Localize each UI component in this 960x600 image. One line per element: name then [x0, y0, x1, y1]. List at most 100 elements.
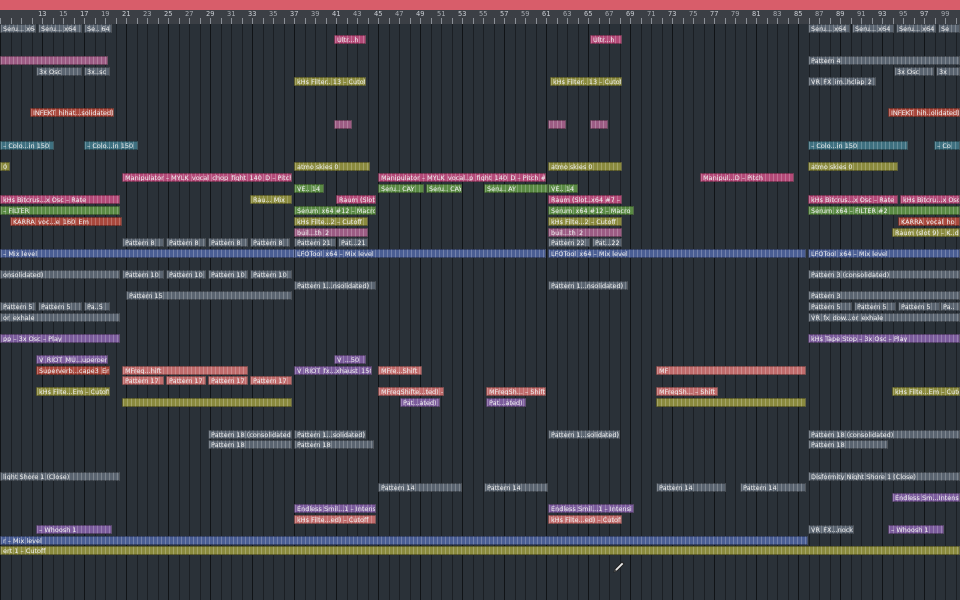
track-lane[interactable]: KARRA_voc...e_160_Em kHs Filte...2 – Cuto… — [0, 217, 960, 227]
playlist-clip[interactable]: Pattern 21 — [294, 238, 336, 247]
track-lane[interactable]: – Mix level LFOTool_x64 – Mix level LFOToo… — [0, 249, 960, 259]
playlist-tracks[interactable]: Seru... x64 Seru... x64 Se.. 64 Seru... x64… — [0, 24, 960, 600]
track-lane[interactable]: Pattern 15 Pattern 3 — [0, 291, 960, 301]
playlist-clip[interactable]: V_...50 — [334, 355, 366, 364]
playlist-clip[interactable]: Pattern 10 — [166, 270, 206, 279]
playlist-clip[interactable]: Pattern 22 — [548, 238, 590, 247]
playlist-clip[interactable]: Pattern 5 — [854, 302, 896, 311]
playlist-clip[interactable]: or_exhale — [0, 313, 120, 322]
playlist-clip[interactable]: Se — [938, 24, 960, 33]
playlist-clip[interactable]: Pattern 4 — [808, 56, 960, 65]
playlist-clip[interactable]: Endless Smil...1 – Intensi — [294, 504, 376, 513]
playlist-clip[interactable]: kHs Filte...Em – Cutoff — [36, 387, 110, 396]
playlist-clip[interactable]: VR_fx_dow...or_exhale — [808, 313, 960, 322]
track-lane[interactable]: r – Mix level — [0, 536, 960, 546]
playlist-clip[interactable]: 3x Osc — [36, 67, 82, 76]
playlist-clip[interactable]: Pattern 8 — [250, 238, 290, 247]
playlist-clip[interactable]: Endless Smil...1 – Intensi — [548, 504, 634, 513]
playlist-clip[interactable]: Pattern 18 — [294, 440, 374, 449]
track-lane[interactable]: INFEKT_hihat...solidated) INFEKT_hih..oli… — [0, 108, 960, 118]
track-lane[interactable] — [0, 120, 960, 130]
playlist-clip[interactable]: onsolidated) — [0, 270, 120, 279]
playlist-clip[interactable]: Manipulator – MYLK_vocal..p_fight_140_D … — [378, 173, 546, 182]
playlist-clip[interactable]: Pattern 8 — [208, 238, 248, 247]
playlist-clip[interactable]: kHs Filte...2 – Cutoff — [294, 217, 368, 226]
playlist-clip[interactable]: Pa.. — [940, 302, 960, 311]
playlist-clip[interactable]: Pattern 18 — [208, 440, 292, 449]
playlist-clip[interactable]: Serum_x64 #12 – Macro 1 — [548, 206, 634, 215]
playlist-clip[interactable]: MFreq...hift — [122, 366, 248, 375]
playlist-clip[interactable]: kHs Tape Stop – 3x Osc – Play — [808, 334, 960, 343]
playlist-clip[interactable]: Seru... x64 — [0, 24, 36, 33]
playlist-clip[interactable]: Se.. 64 — [84, 24, 112, 33]
playlist-clip[interactable]: kHs Filter.. 13 – Cutoff — [294, 77, 366, 86]
track-lane[interactable]: or_exhale VR_fx_dow...or_exhale — [0, 313, 960, 323]
playlist-clip[interactable]: MFreqSh... – Shift — [486, 387, 546, 396]
playlist-clip[interactable]: Rau... Mix — [250, 195, 292, 204]
playlist-clip[interactable]: Seru... x64 — [896, 24, 936, 33]
playlist-clip[interactable]: Disformity Night Shore 1 (Close) — [808, 472, 960, 481]
playlist-clip[interactable]: MFre...Shift — [378, 366, 422, 375]
track-lane[interactable]: buil...th_2 buil...th_2 Raum (slot 9) – K.… — [0, 228, 960, 238]
track-lane[interactable]: Seru... x64 Seru... x64 Se.. 64 Seru... x64… — [0, 24, 960, 34]
track-lane[interactable]: light Shore 1 (Close) Disformity Night Sh… — [0, 472, 960, 482]
playlist-clip[interactable] — [0, 56, 108, 65]
playlist-clip[interactable]: ert 1 – Cutoff — [0, 546, 960, 555]
playlist-clip[interactable]: Seru... x64 — [38, 24, 82, 33]
playlist-clip[interactable]: 3x..sc — [84, 67, 110, 76]
playlist-clip[interactable] — [548, 120, 566, 129]
track-lane[interactable]: VE.. 14 Seru.. CAY Seru.. CAY Seru.. AY VE..… — [0, 184, 960, 194]
playlist-clip[interactable]: Pat...22 — [592, 238, 622, 247]
playlist-clip[interactable]: Pat...ated) — [400, 398, 440, 407]
playlist-clip[interactable]: Manipulator – MYLK_vocal_chop_fight_140_… — [122, 173, 292, 182]
playlist-clip[interactable]: Pa..5 — [84, 302, 110, 311]
track-lane[interactable]: kHs Filter.. 13 – Cutoff kHs Filter.. 13 … — [0, 77, 960, 87]
track-lane[interactable]: kHs Filte...ed) – Cutoff kHs Filte...ed) … — [0, 515, 960, 525]
playlist-clip[interactable]: Pattern 14 — [378, 483, 462, 492]
playlist-clip[interactable]: light Shore 1 (Close) — [0, 472, 120, 481]
playlist-clip[interactable]: Pattern 14 — [656, 483, 726, 492]
track-lane[interactable]: Endless Smil...1 – Intensi Endless Smil..… — [0, 504, 960, 514]
playlist-clip[interactable]: Pattern 17 — [166, 376, 206, 385]
playlist-clip[interactable]: VE.. 14 — [548, 184, 578, 193]
playlist-clip[interactable]: VE.. 14 — [294, 184, 324, 193]
track-lane[interactable]: V_RIOT_MU...uperoer V_...50 — [0, 355, 960, 365]
playlist-clip[interactable]: KARRA_vocal_ho — [898, 217, 960, 226]
playlist-clip[interactable]: LFOTool_x64 – Mix level — [808, 249, 960, 258]
playlist-clip[interactable]: Raum (Slot..x64 #7 – Mix — [548, 195, 622, 204]
playlist-clip[interactable]: Raum (Slot..x64 #7 – Mix — [336, 195, 376, 204]
playlist-clip[interactable]: kHs Filte...ed) – Cutoff — [294, 515, 376, 524]
playlist-clip[interactable]: Pattern 1...nsolidated) — [548, 281, 628, 290]
playlist-clip[interactable]: Pattern 15 — [126, 291, 292, 300]
playlist-clip[interactable]: VR_FX_im..hclap_2 — [808, 77, 876, 86]
playlist-clip[interactable]: MFreqShifte...ted) – Shift — [378, 387, 444, 396]
playlist-clip[interactable]: MF — [656, 366, 806, 375]
playlist-clip[interactable]: – Colo...in 150 — [84, 141, 138, 150]
playlist-clip[interactable]: r – Mix level — [0, 536, 808, 545]
playlist-clip[interactable]: kHs Filte...ed) – Cutoff — [548, 515, 622, 524]
playlist-clip[interactable]: KARRA_voc...e_160_Em — [10, 217, 122, 226]
playlist-clip[interactable] — [334, 120, 352, 129]
playlist-clip[interactable]: Pattern 1...solidated) — [548, 430, 620, 439]
track-lane[interactable]: Ultr...h Ultr...h — [0, 35, 960, 45]
playlist-clip[interactable]: Pattern 10 — [122, 270, 164, 279]
playlist-clip[interactable]: kHs Bitcrus...x Osc – Rate — [0, 195, 120, 204]
playlist-clip[interactable]: Pattern 10 — [208, 270, 248, 279]
playlist-clip[interactable]: LFOTool_x64 – Mix level — [548, 249, 806, 258]
playlist-clip[interactable] — [656, 398, 806, 407]
playlist-clip[interactable]: INFEKT_hih..olidated) — [888, 108, 960, 117]
playlist-clip[interactable]: Pattern 18 — [808, 440, 888, 449]
playlist-clip[interactable]: Pattern 10 — [250, 270, 292, 279]
playlist-clip[interactable]: Raum (slot 9) – K..d — [892, 228, 960, 237]
track-lane[interactable]: Pattern 5 Pattern 5 Pa..5 Pattern 5 Pattern … — [0, 302, 960, 312]
playlist-clip[interactable]: – Whoosh 1 — [36, 525, 112, 534]
playlist-clip[interactable]: kHs Filte...2 – Cutoff — [548, 217, 622, 226]
playlist-clip[interactable]: Seru.. AY — [484, 184, 548, 193]
track-lane[interactable]: pp – 3x Osc – Play kHs Tape Stop – 3x Osc… — [0, 334, 960, 344]
playlist-clip[interactable]: Pattern 8 — [122, 238, 164, 247]
playlist-clip[interactable]: Serum_x64 #12 – Macro 1 — [294, 206, 376, 215]
playlist-clip[interactable]: INFEKT_hihat...solidated) — [30, 108, 114, 117]
track-lane[interactable]: Superverb...cape3_Em MFreq...hift V_RIOT_f… — [0, 366, 960, 376]
playlist-clip[interactable]: kHs Filter.. 13 – Cutoff — [550, 77, 622, 86]
playlist-clip[interactable]: – Colo...in 150 — [808, 141, 908, 150]
